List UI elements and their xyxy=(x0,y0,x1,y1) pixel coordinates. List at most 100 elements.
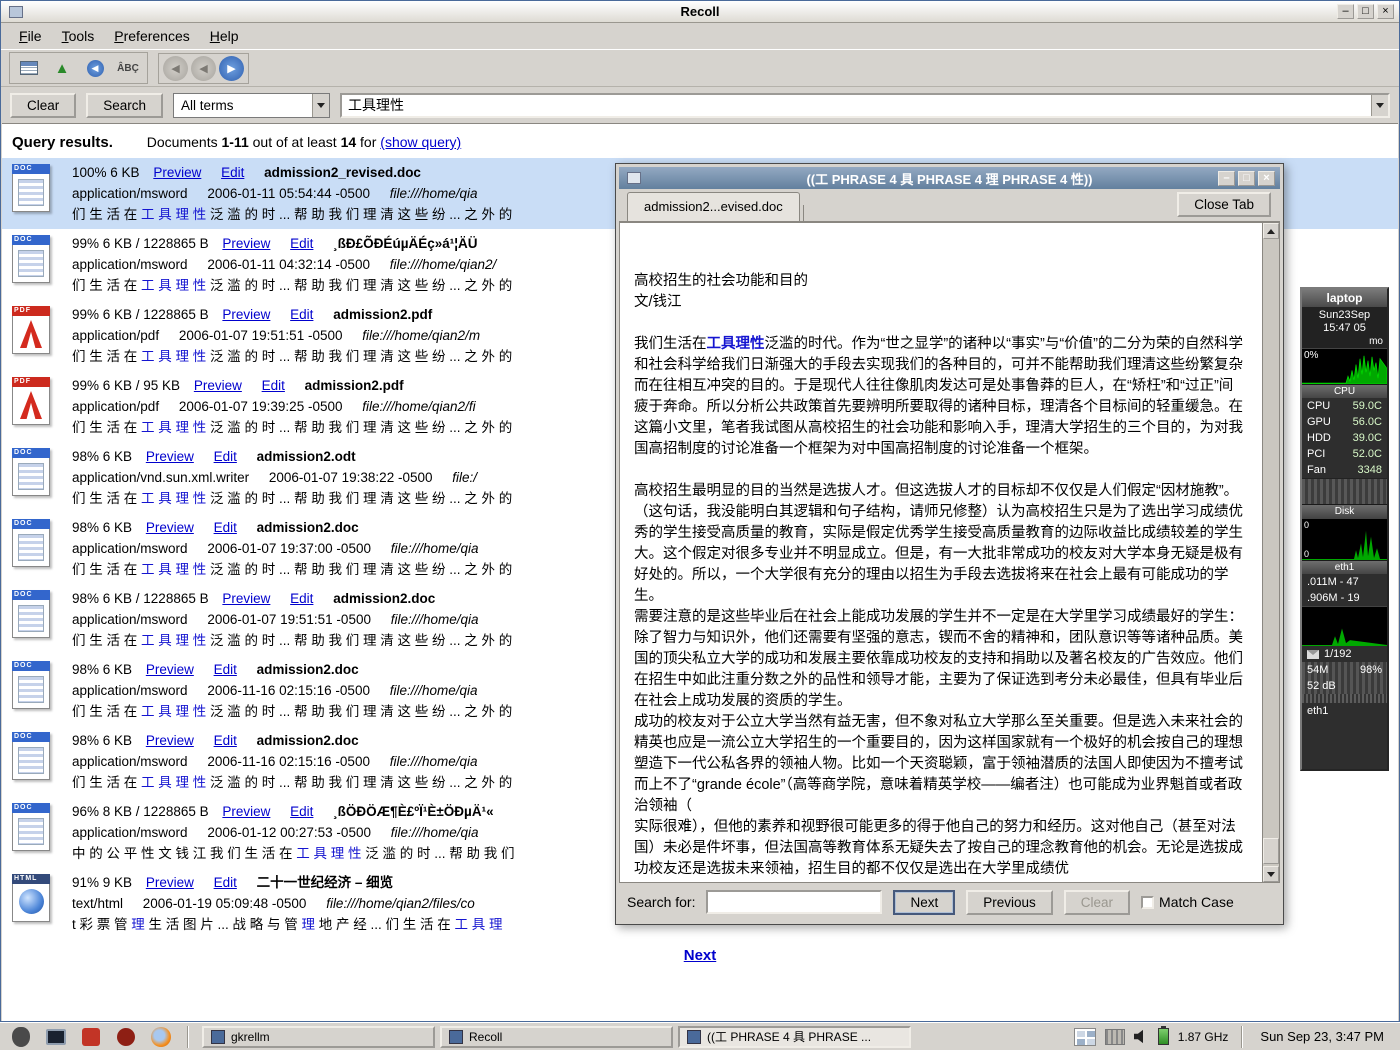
scroll-up-icon[interactable] xyxy=(1263,223,1279,239)
preview-tab[interactable]: admission2...evised.doc xyxy=(627,192,800,221)
preview-titlebar[interactable]: ((工 PHRASE 4 具 PHRASE 4 理 PHRASE 4 性)) –… xyxy=(619,167,1280,189)
edit-link[interactable]: Edit xyxy=(214,662,237,677)
menu-help[interactable]: Help xyxy=(200,25,249,47)
edit-link[interactable]: Edit xyxy=(214,449,237,464)
close-tab-button[interactable]: Close Tab xyxy=(1177,192,1271,217)
find-next-button[interactable]: Next xyxy=(893,890,955,915)
tray-separator xyxy=(1241,1026,1243,1048)
speaker-icon[interactable] xyxy=(1134,1029,1149,1044)
edit-link[interactable]: Edit xyxy=(290,236,313,251)
sensor-row: CPU59.0C xyxy=(1302,398,1387,414)
preview-link[interactable]: Preview xyxy=(146,449,194,464)
maximize-icon[interactable]: □ xyxy=(1238,171,1255,186)
scrollbar-thumb[interactable] xyxy=(1263,838,1279,864)
edit-link[interactable]: Edit xyxy=(214,733,237,748)
preview-link[interactable]: Preview xyxy=(146,662,194,677)
up-arrow-icon xyxy=(55,60,70,77)
advanced-search-button[interactable] xyxy=(47,55,77,81)
preview-link[interactable]: Preview xyxy=(153,165,201,180)
search-for-label: Search for: xyxy=(627,894,695,910)
workspace-pager-icon[interactable] xyxy=(1074,1028,1096,1046)
preview-link[interactable]: Preview xyxy=(146,520,194,535)
net-graph xyxy=(1302,607,1387,646)
query-history-chevron-icon[interactable] xyxy=(1371,95,1388,116)
gkrellm-monitor: laptop Sun23Sep 15:47 05 mo 0% CPU CPU59… xyxy=(1300,287,1389,771)
mail-row[interactable]: 1/192 xyxy=(1302,646,1387,662)
net-section-header[interactable]: eth1 xyxy=(1302,560,1387,574)
next-page-button[interactable] xyxy=(219,56,244,81)
taskbar-task[interactable]: ((工 PHRASE 4 具 PHRASE ... xyxy=(678,1026,911,1048)
cpu-usage-percent: 0% xyxy=(1304,350,1318,361)
app-launcher-1[interactable] xyxy=(78,1025,104,1049)
preview-document-content[interactable]: 高校招生的社会功能和目的文/钱江我们生活在工具理性泛滥的时代。作为“世之显学”的… xyxy=(620,223,1262,882)
term-explorer-button[interactable]: ÂBÇ xyxy=(113,55,143,81)
preview-link[interactable]: Preview xyxy=(222,236,270,251)
chevron-down-icon[interactable] xyxy=(312,94,329,117)
menu-tools[interactable]: Tools xyxy=(52,25,105,47)
match-case-option[interactable]: Match Case xyxy=(1141,894,1234,910)
show-query-link[interactable]: (show query) xyxy=(380,134,461,150)
result-date: 2006-01-07 19:51:51 -0500 xyxy=(207,612,371,627)
firefox-launcher[interactable] xyxy=(148,1025,174,1049)
maximize-icon[interactable]: □ xyxy=(1357,4,1374,19)
search-mode-select[interactable]: All terms xyxy=(173,93,330,118)
app-launcher-2[interactable] xyxy=(113,1025,139,1049)
preview-link[interactable]: Preview xyxy=(194,378,242,393)
abc-letters-icon: ÂBÇ xyxy=(117,63,139,74)
edit-link[interactable]: Edit xyxy=(290,307,313,322)
result-url: file:/ xyxy=(452,470,477,485)
edit-link[interactable]: Edit xyxy=(221,165,244,180)
net-rx-row: .011M - 47 xyxy=(1302,574,1387,590)
taskbar-task[interactable]: Recoll xyxy=(440,1026,673,1048)
close-icon[interactable]: × xyxy=(1258,171,1275,186)
match-case-checkbox[interactable] xyxy=(1141,896,1154,909)
keyboard-indicator-icon[interactable] xyxy=(1105,1029,1125,1045)
search-button[interactable]: Search xyxy=(86,93,163,118)
first-page-button[interactable] xyxy=(163,56,188,81)
next-results-link[interactable]: Next xyxy=(684,947,717,964)
preview-link[interactable]: Preview xyxy=(146,733,194,748)
result-filename: admission2.odt xyxy=(257,449,356,464)
edit-link[interactable]: Edit xyxy=(214,875,237,890)
battery-icon[interactable] xyxy=(1158,1028,1169,1045)
close-icon[interactable]: × xyxy=(1377,4,1394,19)
preview-link[interactable]: Preview xyxy=(222,804,270,819)
preview-link[interactable]: Preview xyxy=(222,307,270,322)
minimize-icon[interactable]: – xyxy=(1218,171,1235,186)
menu-launcher[interactable] xyxy=(8,1025,34,1049)
disk-section-header[interactable]: Disk xyxy=(1302,504,1387,518)
cpu-usage-chart: 0% xyxy=(1302,348,1387,384)
query-combobox[interactable] xyxy=(340,93,1390,118)
find-input[interactable] xyxy=(706,890,882,914)
file-type-label: DOC xyxy=(12,448,50,458)
preview-link[interactable]: Preview xyxy=(146,875,194,890)
edit-link[interactable]: Edit xyxy=(262,378,285,393)
red-round-app-icon xyxy=(117,1028,135,1046)
sort-params-button[interactable] xyxy=(80,55,110,81)
result-filename: admission2.doc xyxy=(257,520,359,535)
footprint-icon xyxy=(12,1027,30,1047)
edit-link[interactable]: Edit xyxy=(290,804,313,819)
find-previous-button[interactable]: Previous xyxy=(966,890,1053,915)
menu-preferences[interactable]: Preferences xyxy=(104,25,200,47)
taskbar-task[interactable]: gkrellm xyxy=(202,1026,435,1048)
hostname-label[interactable]: laptop xyxy=(1302,289,1387,307)
search-input[interactable] xyxy=(342,95,1371,116)
clear-button[interactable]: Clear xyxy=(10,93,76,118)
doc-history-button[interactable] xyxy=(14,55,44,81)
edit-link[interactable]: Edit xyxy=(214,520,237,535)
file-type-icon: DOC xyxy=(10,588,56,655)
scroll-down-icon[interactable] xyxy=(1263,866,1279,882)
recoll-titlebar[interactable]: Recoll – □ × xyxy=(1,1,1399,23)
preview-scrollbar[interactable] xyxy=(1262,223,1279,882)
prev-page-button[interactable] xyxy=(191,56,216,81)
cpu-section-header[interactable]: CPU xyxy=(1302,384,1387,398)
find-clear-button[interactable]: Clear xyxy=(1064,890,1130,915)
taskbar-clock[interactable]: Sun Sep 23, 3:47 PM xyxy=(1256,1029,1392,1044)
preview-link[interactable]: Preview xyxy=(222,591,270,606)
minimize-icon[interactable]: – xyxy=(1337,4,1354,19)
result-url: file:///home/qia xyxy=(391,612,479,627)
terminal-launcher[interactable] xyxy=(43,1025,69,1049)
edit-link[interactable]: Edit xyxy=(290,591,313,606)
menu-file[interactable]: File xyxy=(9,25,52,47)
